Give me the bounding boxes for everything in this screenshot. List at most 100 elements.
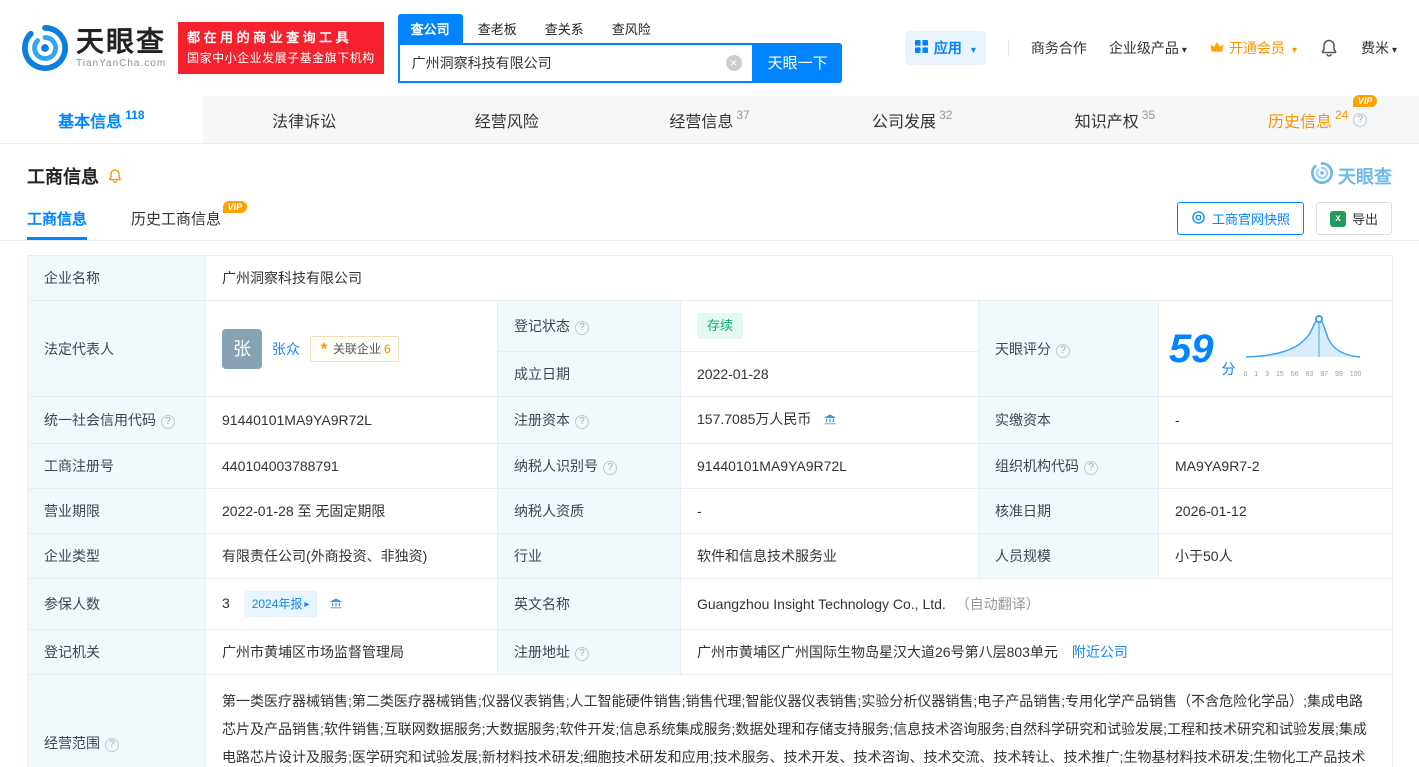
apps-menu[interactable]: 应用 — [904, 31, 986, 65]
logo-text: 天眼查 TianYanCha.com — [76, 26, 166, 69]
search-tab-relation[interactable]: 查关系 — [532, 14, 597, 43]
approval-date-label: 核准日期 — [978, 488, 1159, 534]
registry-label: 登记机关 — [27, 629, 206, 675]
tab-company-development[interactable]: 公司发展 32 — [811, 96, 1014, 143]
official-snapshot-button[interactable]: 工商官网快照 — [1176, 202, 1304, 235]
snapshot-camera-icon — [1191, 210, 1206, 228]
credit-code-label: 统一社会信用代码 — [27, 396, 206, 444]
score-label: 天眼评分 — [978, 300, 1159, 397]
reg-status-label: 登记状态 — [497, 300, 681, 352]
caret-down-icon — [1289, 40, 1297, 56]
subtab-label: 历史工商信息 — [131, 211, 222, 228]
table-row: 登记机关 广州市黄埔区市场监督管理局 注册地址 广州市黄埔区广州国际生物岛星汉大… — [27, 629, 1394, 675]
tianyancha-watermark-icon — [1311, 162, 1333, 189]
help-icon[interactable] — [161, 415, 175, 429]
tianyancha-logo[interactable]: 天眼查 TianYanCha.com — [22, 25, 166, 71]
divider — [1007, 39, 1009, 57]
tab-label: 公司发展 — [872, 113, 937, 131]
notification-bell-icon[interactable] — [1319, 38, 1339, 58]
export-label: 导出 — [1351, 212, 1378, 227]
english-name-label: 英文名称 — [497, 578, 681, 630]
status-badge: 存续 — [697, 313, 744, 339]
related-companies-label: 关联企业 — [333, 341, 382, 356]
nav-open-vip[interactable]: 开通会员 — [1209, 38, 1297, 58]
annual-report-arrow-icon — [302, 593, 309, 615]
table-row: 经营范围 第一类医疗器械销售;第二类医疗器械销售;仪器仪表销售;人工智能硬件销售… — [27, 674, 1394, 767]
help-icon[interactable] — [575, 321, 589, 335]
table-row: 工商注册号 440104003788791 纳税人识别号 91440101MA9… — [27, 443, 1394, 489]
medal-icon — [318, 339, 330, 359]
nav-enterprise-label: 企业级产品 — [1108, 40, 1179, 56]
reg-capital-cell: 157.7085万人民币 — [680, 396, 979, 444]
insured-cell: 3 2024年报 — [205, 578, 498, 630]
tab-label: 法律诉讼 — [272, 113, 337, 131]
related-companies-tag[interactable]: 关联企业 6 — [310, 335, 399, 362]
staff-size-value: 小于50人 — [1157, 533, 1394, 579]
caret-down-icon — [968, 40, 976, 56]
auto-translate-note: （自动翻译） — [955, 596, 1040, 612]
legal-rep-link[interactable]: 张众 — [272, 339, 300, 359]
subtab-history-business-info[interactable]: 历史工商信息 VIP — [131, 197, 248, 240]
address-value: 广州市黄埔区广州国际生物岛星汉大道26号第八层803单元 — [697, 644, 1058, 660]
business-scope-label: 经营范围 — [27, 674, 206, 767]
establish-date-value: 2022-01-28 — [680, 351, 979, 397]
credit-code-value: 91440101MA9YA9R72L — [205, 396, 498, 444]
tab-legal-litigation[interactable]: 法律诉讼 — [203, 96, 406, 143]
subscribe-bell-icon[interactable] — [107, 168, 123, 184]
search-tab-risk[interactable]: 查风险 — [599, 14, 664, 43]
search-input-wrap — [397, 42, 754, 83]
help-icon[interactable] — [575, 647, 589, 661]
apps-label: 应用 — [933, 40, 962, 56]
tab-operation-info[interactable]: 经营信息 37 — [608, 96, 811, 143]
clear-search-icon[interactable] — [725, 54, 742, 71]
tab-count: 118 — [125, 107, 145, 122]
business-info-table: 企业名称 广州洞察科技有限公司 法定代表人 张 张众 关联企业 6 登记状态 存… — [27, 255, 1394, 767]
score-unit: 分 — [1221, 360, 1236, 377]
slogan-line1: 都在用的商业查询工具 — [187, 30, 353, 46]
help-icon[interactable] — [603, 461, 617, 475]
help-icon[interactable] — [1084, 461, 1098, 475]
capital-assess-icon[interactable] — [329, 595, 343, 615]
help-icon[interactable] — [105, 738, 119, 752]
legal-rep-label: 法定代表人 — [27, 300, 206, 397]
reg-number-label: 工商注册号 — [27, 443, 206, 489]
insured-count: 3 — [222, 595, 230, 611]
establish-date-label: 成立日期 — [497, 351, 681, 397]
search-button[interactable]: 天眼一下 — [753, 42, 842, 83]
subtab-business-info[interactable]: 工商信息 — [27, 197, 88, 240]
paid-capital-value: - — [1157, 396, 1394, 444]
legal-rep-cell: 张 张众 关联企业 6 — [205, 300, 498, 397]
section-head: 工商信息 天眼查 — [0, 162, 1419, 189]
company-name-label: 企业名称 — [27, 255, 206, 301]
tianyancha-watermark: 天眼查 — [1311, 162, 1392, 189]
tab-operation-risk[interactable]: 经营风险 — [405, 96, 608, 143]
export-button[interactable]: 导出 — [1315, 202, 1392, 235]
annual-report-badge[interactable]: 2024年报 — [243, 591, 318, 617]
help-icon[interactable] — [1056, 343, 1070, 358]
address-cell: 广州市黄埔区广州国际生物岛星汉大道26号第八层803单元 附近公司 — [679, 629, 1394, 675]
nav-cooperation[interactable]: 商务合作 — [1031, 38, 1087, 58]
nav-vip-label: 开通会员 — [1228, 40, 1285, 56]
insured-label: 参保人数 — [27, 578, 206, 630]
crown-icon — [1209, 40, 1225, 57]
slogan-banner: 都在用的商业查询工具 国家中小企业发展子基金旗下机构 — [178, 22, 384, 74]
search-input[interactable] — [399, 44, 752, 81]
search-tab-company[interactable]: 查公司 — [397, 13, 463, 43]
nav-enterprise-products[interactable]: 企业级产品 — [1109, 38, 1187, 58]
capital-assess-icon[interactable] — [823, 411, 837, 431]
vip-badge: VIP — [222, 201, 248, 213]
table-row: 企业名称 广州洞察科技有限公司 — [27, 255, 1394, 301]
search-tab-boss[interactable]: 查老板 — [465, 14, 530, 43]
nearby-companies-link[interactable]: 附近公司 — [1072, 644, 1128, 660]
tab-intellectual-property[interactable]: 知识产权 35 — [1014, 96, 1217, 143]
tab-basic-info[interactable]: 基本信息 118 — [0, 96, 203, 143]
caret-down-icon — [1389, 40, 1397, 56]
help-icon[interactable] — [1353, 112, 1368, 127]
nav-user[interactable]: 费米 — [1361, 38, 1397, 58]
industry-label: 行业 — [497, 533, 681, 579]
score-curve-chart: 01 3 15 56 83 97 99 100 — [1244, 313, 1364, 385]
avatar[interactable]: 张 — [222, 328, 262, 369]
help-icon[interactable] — [575, 415, 589, 429]
tab-count: 24 — [1335, 107, 1349, 122]
tab-history-info[interactable]: VIP 历史信息 24 — [1216, 94, 1419, 143]
